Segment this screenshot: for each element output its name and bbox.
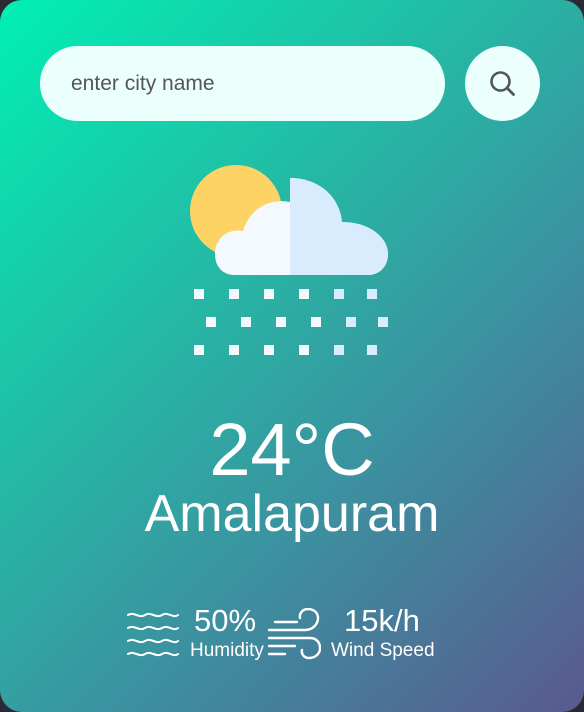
wind-icon	[267, 608, 321, 660]
snow-flake	[241, 317, 251, 327]
city-search-input[interactable]	[40, 46, 445, 121]
snow-flake	[194, 345, 204, 355]
snow-flake	[346, 317, 356, 327]
wind-speed-value: 15k/h	[344, 603, 420, 638]
snow-flake	[378, 317, 388, 327]
snow-flake	[264, 345, 274, 355]
search-button[interactable]	[465, 46, 540, 121]
cloud-sun-snow-icon	[190, 165, 388, 355]
snow-flake	[311, 317, 321, 327]
snow-flake	[334, 289, 344, 299]
snow-flake	[194, 289, 204, 299]
weather-card: 24°C Amalapuram 50% Humidity 15k/h Wind …	[0, 0, 584, 712]
snow-flake	[334, 345, 344, 355]
snow-flake	[299, 289, 309, 299]
humidity-value: 50%	[194, 603, 257, 638]
water-waves-icon	[127, 612, 179, 657]
humidity-label: Humidity	[190, 640, 264, 661]
snow-flake	[229, 345, 239, 355]
snow-flake	[276, 317, 286, 327]
snow-flake	[367, 345, 377, 355]
city-name: Amalapuram	[144, 485, 440, 543]
snow-flake	[367, 289, 377, 299]
wind-speed-label: Wind Speed	[331, 640, 435, 661]
snow-flake	[206, 317, 216, 327]
temperature: 24°C	[209, 408, 375, 491]
snow-flake	[299, 345, 309, 355]
snow-flake	[264, 289, 274, 299]
snow-flake	[229, 289, 239, 299]
search-icon	[490, 71, 515, 96]
